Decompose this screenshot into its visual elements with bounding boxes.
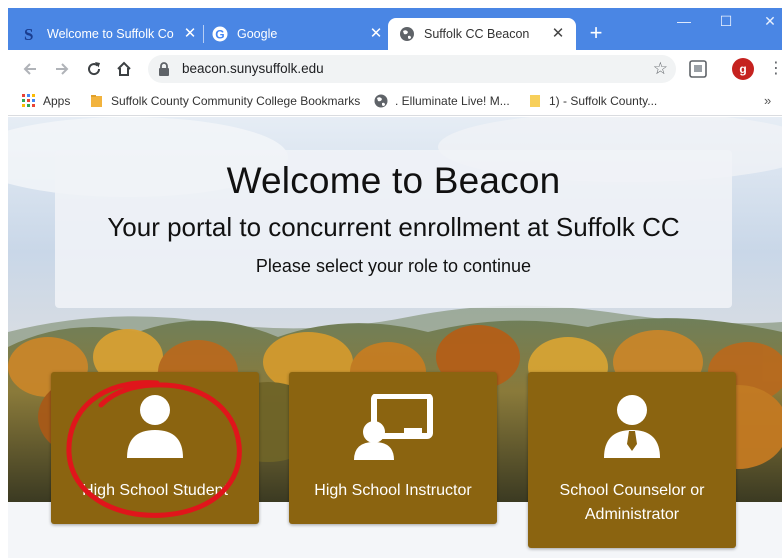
tab-close-icon[interactable]: ✕ — [368, 26, 384, 42]
tab-title: Google — [237, 27, 278, 41]
tab-title: Suffolk CC Beacon — [424, 27, 530, 41]
window-close-icon[interactable]: ✕ — [750, 8, 782, 36]
browser-tabstrip: S Welcome to Suffolk Co ✕ G Google ✕ Suf… — [0, 0, 782, 50]
tab-welcome-suffolk[interactable]: S Welcome to Suffolk Co ✕ — [22, 18, 198, 50]
folder-icon — [90, 94, 104, 108]
profile-avatar[interactable]: g — [732, 58, 754, 80]
bookmark-elluminate[interactable]: . Elluminate Live! M... — [374, 94, 510, 108]
bookmarks-more-chevron-icon[interactable]: » — [764, 93, 771, 108]
role-label: School Counselor or Administrator — [559, 482, 705, 523]
suffolk-s-icon: S — [22, 26, 38, 42]
bookmark-label: 1) - Suffolk County... — [549, 94, 658, 108]
browser-toolbar: beacon.sunysuffolk.edu ☆ g ⋮ — [8, 50, 782, 88]
address-url: beacon.sunysuffolk.edu — [182, 61, 324, 76]
instructor-whiteboard-icon — [352, 393, 434, 465]
bookmark-star-icon[interactable]: ☆ — [653, 59, 668, 79]
student-person-icon — [125, 394, 185, 465]
lock-icon — [158, 62, 170, 81]
bookmark-label: Apps — [43, 94, 71, 108]
role-prompt: Please select your role to continue — [255, 256, 532, 276]
maximize-icon[interactable]: ☐ — [706, 8, 746, 36]
bookmark-apps[interactable]: Apps — [22, 94, 70, 108]
tab-separator — [203, 25, 204, 43]
bookmark-suffolk-folder[interactable]: Suffolk County Community College Bookmar… — [90, 94, 360, 108]
bookmarks-bar: Apps Suffolk County Community College Bo… — [8, 88, 782, 116]
tab-close-icon[interactable]: ✕ — [182, 26, 198, 42]
extension-icon[interactable] — [688, 59, 708, 79]
tab-close-icon[interactable]: ✕ — [550, 26, 566, 42]
tab-suffolk-beacon[interactable]: Suffolk CC Beacon ✕ — [388, 18, 576, 50]
google-g-icon: G — [212, 26, 228, 42]
new-tab-button[interactable]: + — [585, 22, 607, 44]
reload-icon[interactable] — [82, 57, 106, 81]
bookmark-label: Suffolk County Community College Bookmar… — [111, 94, 361, 108]
address-bar[interactable]: beacon.sunysuffolk.edu ☆ — [148, 55, 676, 83]
forward-arrow-icon[interactable] — [50, 57, 74, 81]
counselor-tie-icon — [602, 394, 662, 465]
page-subtitle: Your portal to concurrent enrollment at … — [107, 212, 680, 242]
home-icon[interactable] — [112, 57, 136, 81]
bookmark-suffolk-county[interactable]: 1) - Suffolk County... — [528, 94, 657, 108]
welcome-panel: Welcome to Beacon Your portal to concurr… — [55, 150, 732, 308]
svg-text:G: G — [215, 28, 224, 42]
page-viewport: Welcome to Beacon Your portal to concurr… — [8, 117, 782, 558]
tab-google[interactable]: G Google ✕ — [212, 18, 384, 50]
role-label: High School Instructor — [314, 482, 472, 499]
back-arrow-icon[interactable] — [18, 57, 42, 81]
bookmark-label: . Elluminate Live! M... — [395, 94, 510, 108]
globe-icon — [399, 26, 415, 42]
menu-dots-icon[interactable]: ⋮ — [768, 58, 782, 80]
role-card-school-counselor-administrator[interactable]: School Counselor or Administrator — [528, 372, 736, 548]
globe-icon — [374, 94, 388, 108]
page-icon — [528, 94, 542, 108]
svg-text:S: S — [24, 26, 33, 42]
role-card-high-school-student[interactable]: High School Student — [51, 372, 259, 524]
apps-grid-icon — [22, 94, 36, 108]
minimize-icon[interactable]: — — [664, 8, 704, 36]
tab-title: Welcome to Suffolk Co — [47, 27, 174, 41]
role-card-high-school-instructor[interactable]: High School Instructor — [289, 372, 497, 524]
page-title: Welcome to Beacon — [226, 160, 561, 201]
role-label: High School Student — [82, 482, 228, 499]
